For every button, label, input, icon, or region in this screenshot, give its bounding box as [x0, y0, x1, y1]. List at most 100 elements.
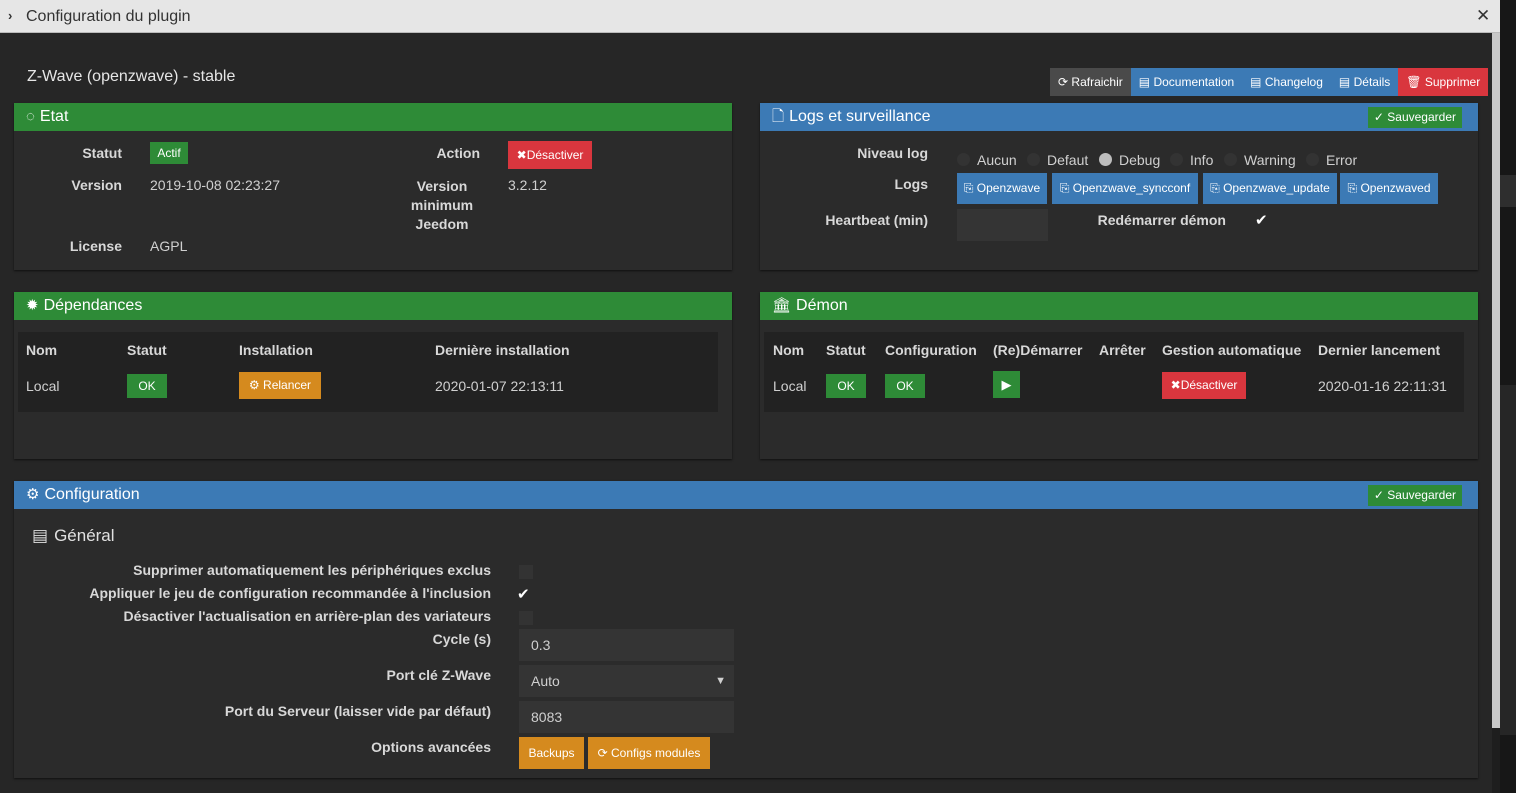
min-version-label: Version minimum Jeedom: [410, 178, 474, 232]
changelog-button[interactable]: ▤ Changelog: [1242, 68, 1331, 96]
dep-row-derniere: 2020-01-07 22:13:11: [435, 378, 564, 394]
opt-delete-excluded-checkbox[interactable]: [519, 565, 533, 579]
demon-table: Nom Statut Configuration (Re)Démarrer Ar…: [764, 332, 1464, 412]
radio-error[interactable]: [1306, 153, 1319, 166]
col-nom: Nom: [26, 342, 58, 358]
logs-label: Logs: [894, 176, 928, 192]
log-level-label: Niveau log: [857, 145, 928, 161]
details-label: Détails: [1353, 75, 1391, 89]
book-icon: ▤: [1138, 75, 1151, 89]
etat-panel: ◌ Etat Statut Actif Action ✖Désactiver Ve…: [14, 103, 732, 270]
radio-info[interactable]: [1170, 153, 1183, 166]
refresh-button[interactable]: ⟳ Rafraichir: [1050, 68, 1131, 96]
log-button-label: Openzwave: [976, 181, 1041, 195]
restart-daemon-checkbox[interactable]: ✔: [1255, 211, 1268, 229]
opt-recommended-config-label: Appliquer le jeu de configuration recomm…: [89, 585, 491, 601]
demon-panel-header: 🏛 Démon: [760, 292, 1478, 320]
university-icon: 🏛: [772, 297, 792, 314]
plugin-toolbar: ⟳ Rafraichir ▤ Documentation ▤ Changelog…: [1050, 68, 1489, 96]
modal-title-bar: › Configuration du plugin ✕: [0, 0, 1500, 33]
radio-label-info: Info: [1190, 152, 1214, 168]
heartbeat-input[interactable]: [957, 209, 1048, 241]
col-derniere-installation: Dernière installation: [435, 342, 570, 358]
details-button[interactable]: ▤ Détails: [1330, 68, 1399, 96]
relancer-button[interactable]: ⚙ Relancer: [239, 372, 321, 399]
gestion-desactiver-button[interactable]: ✖Désactiver: [1162, 372, 1246, 399]
configuration-save-button[interactable]: ✓ Sauvegarder: [1367, 485, 1462, 506]
radio-aucun[interactable]: [957, 153, 970, 166]
radio-label-defaut: Defaut: [1047, 152, 1089, 168]
times-icon: ✖: [1170, 378, 1181, 392]
radio-label-debug: Debug: [1119, 152, 1161, 168]
configuration-title: Configuration: [44, 486, 140, 503]
port-select[interactable]: Auto ▼: [519, 665, 734, 697]
paperclip-icon: ⎘: [1210, 181, 1220, 195]
check-circle-icon: ✓: [1373, 110, 1384, 124]
scrollbar[interactable]: [1492, 33, 1500, 728]
demon-title: Démon: [796, 297, 848, 314]
backups-button[interactable]: Backups: [519, 737, 584, 769]
delete-button[interactable]: 🗑 Supprimer: [1398, 68, 1489, 96]
radio-label-warning: Warning: [1244, 152, 1296, 168]
cycle-input[interactable]: 0.3: [519, 629, 734, 661]
col-configuration: Configuration: [885, 342, 977, 358]
play-button[interactable]: ▶: [993, 371, 1020, 398]
desactiver-label: Désactiver: [526, 148, 584, 162]
opt-delete-excluded-label: Supprimer automatiquement les périphériq…: [133, 562, 491, 578]
file-icon: 🗋: [772, 108, 785, 125]
configs-modules-button[interactable]: ⟳ Configs modules: [588, 737, 710, 769]
log-button-openzwave[interactable]: ⎘ Openzwave: [957, 173, 1047, 204]
dep-row-nom: Local: [26, 378, 60, 394]
refresh-label: Rafraichir: [1071, 75, 1123, 89]
close-icon[interactable]: ✕: [1476, 6, 1490, 26]
version-label: Version: [71, 177, 122, 193]
logs-title: Logs et surveillance: [789, 108, 931, 125]
log-button-label: Openzwave_update: [1223, 181, 1330, 195]
log-button-openzwaved[interactable]: ⎘ Openzwaved: [1340, 173, 1438, 204]
radio-label-aucun: Aucun: [977, 152, 1017, 168]
book-icon: ▤: [1338, 75, 1351, 89]
modal-title: Configuration du plugin: [26, 8, 191, 25]
col-statut: Statut: [826, 342, 866, 358]
configuration-save-label: Sauvegarder: [1387, 488, 1456, 502]
bicycle-icon: ⚙: [248, 378, 260, 392]
col-redemarrer: (Re)Démarrer: [993, 342, 1083, 358]
radio-debug[interactable]: [1099, 153, 1112, 166]
port-label: Port clé Z-Wave: [386, 667, 491, 683]
opt-disable-refresh-checkbox[interactable]: [519, 611, 533, 625]
play-icon: ▶: [1001, 377, 1012, 392]
col-nom: Nom: [773, 342, 805, 358]
license-label: License: [69, 238, 122, 254]
configuration-panel-header: ⚙ Configuration: [14, 481, 1478, 509]
desactiver-button[interactable]: ✖Désactiver: [508, 141, 592, 169]
logs-save-button[interactable]: ✓ Sauvegarder: [1367, 107, 1462, 128]
documentation-button[interactable]: ▤ Documentation: [1130, 68, 1243, 96]
radio-defaut[interactable]: [1027, 153, 1040, 166]
etat-panel-header: ◌ Etat: [14, 103, 732, 131]
col-statut: Statut: [127, 342, 167, 358]
license-value: AGPL: [150, 238, 188, 254]
opt-recommended-config-checkbox[interactable]: ✔: [517, 585, 530, 603]
log-button-openzwave-syncconf[interactable]: ⎘ Openzwave_syncconf: [1052, 173, 1198, 204]
radio-warning[interactable]: [1224, 153, 1237, 166]
col-arreter: Arrêter: [1099, 342, 1146, 358]
log-button-openzwave-update[interactable]: ⎘ Openzwave_update: [1203, 173, 1337, 204]
general-title: Général: [54, 526, 115, 545]
heartbeat-label: Heartbeat (min): [825, 212, 928, 228]
dependances-panel: ✹ Dépendances Nom Statut Installation Der…: [14, 292, 732, 459]
dependances-table: Nom Statut Installation Dernière install…: [18, 332, 718, 412]
times-icon: ✖: [516, 148, 527, 162]
relancer-label: Relancer: [263, 378, 312, 392]
background-element: [1500, 175, 1516, 207]
caret-down-icon: ▼: [715, 675, 726, 687]
log-button-label: Openzwaved: [1360, 181, 1431, 195]
demon-statut-badge: OK: [826, 374, 866, 398]
chevron-right-icon: ›: [8, 8, 13, 23]
gestion-desactiver-label: Désactiver: [1180, 378, 1238, 392]
certificate-icon: ✹: [26, 297, 39, 314]
demon-row-nom: Local: [773, 378, 807, 394]
circle-notch-icon: ◌: [26, 108, 35, 125]
port-select-value: Auto: [531, 673, 560, 689]
plugin-title: Z-Wave (openzwave) - stable: [27, 68, 236, 85]
server-port-input[interactable]: 8083: [519, 701, 734, 733]
